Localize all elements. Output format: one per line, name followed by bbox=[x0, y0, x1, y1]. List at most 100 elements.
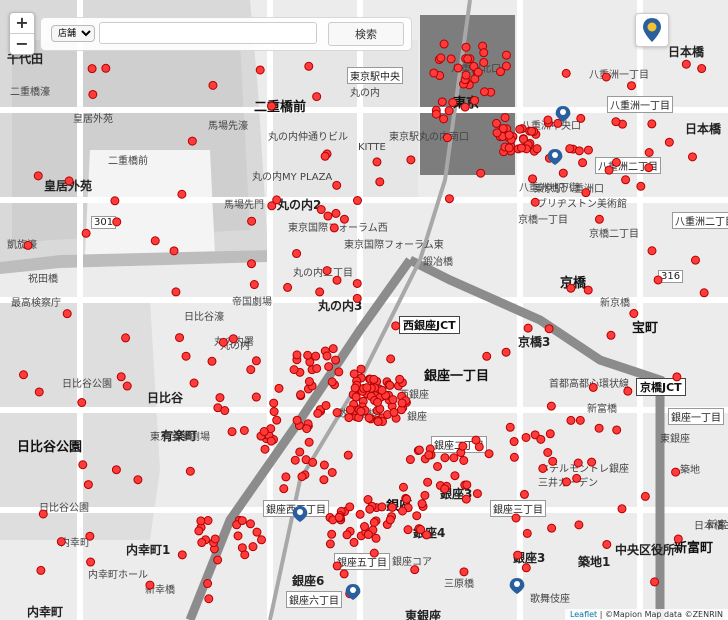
store-marker[interactable] bbox=[78, 460, 88, 470]
store-marker[interactable] bbox=[576, 113, 586, 123]
store-marker[interactable] bbox=[699, 288, 709, 298]
store-marker[interactable] bbox=[604, 165, 614, 175]
store-marker[interactable] bbox=[352, 293, 362, 303]
store-marker[interactable] bbox=[237, 516, 247, 526]
store-marker[interactable] bbox=[269, 398, 279, 408]
store-marker[interactable] bbox=[444, 106, 454, 116]
store-marker[interactable] bbox=[327, 529, 337, 539]
store-marker[interactable] bbox=[690, 255, 700, 265]
marker-layer[interactable] bbox=[0, 0, 728, 620]
store-marker[interactable] bbox=[578, 158, 588, 168]
map-view[interactable]: 千代田 二重橋濠 皇居外苑 二重橋前 二重橋前 馬場先濠 皇居外苑 凱旋濠 祝田橋 最高検察庁 丸の… bbox=[0, 0, 728, 620]
store-marker[interactable] bbox=[304, 437, 314, 447]
store-marker[interactable] bbox=[611, 157, 621, 167]
store-marker[interactable] bbox=[389, 407, 399, 417]
store-marker[interactable] bbox=[322, 351, 332, 361]
store-marker[interactable] bbox=[431, 109, 441, 119]
store-marker[interactable] bbox=[572, 473, 582, 483]
store-marker[interactable] bbox=[410, 565, 420, 575]
store-marker[interactable] bbox=[252, 527, 262, 537]
store-marker[interactable] bbox=[450, 471, 460, 481]
store-marker[interactable] bbox=[629, 308, 639, 318]
store-marker[interactable] bbox=[543, 115, 553, 125]
store-marker[interactable] bbox=[116, 372, 126, 382]
store-marker[interactable] bbox=[583, 145, 593, 155]
store-marker[interactable] bbox=[145, 580, 155, 590]
store-marker[interactable] bbox=[62, 309, 72, 319]
store-marker[interactable] bbox=[81, 228, 91, 238]
store-marker[interactable] bbox=[175, 333, 185, 343]
store-marker[interactable] bbox=[248, 542, 258, 552]
store-marker[interactable] bbox=[397, 506, 407, 516]
store-marker[interactable] bbox=[412, 511, 422, 521]
store-marker[interactable] bbox=[87, 64, 97, 74]
store-marker[interactable] bbox=[272, 415, 282, 425]
store-marker[interactable] bbox=[414, 445, 424, 455]
store-marker[interactable] bbox=[56, 537, 66, 547]
store-marker[interactable] bbox=[246, 365, 256, 375]
store-marker[interactable] bbox=[363, 530, 373, 540]
store-marker[interactable] bbox=[228, 334, 238, 344]
store-marker[interactable] bbox=[511, 513, 521, 523]
zoom-out-button[interactable]: − bbox=[10, 33, 34, 54]
store-marker[interactable] bbox=[448, 98, 458, 108]
store-marker[interactable] bbox=[606, 330, 616, 340]
store-marker[interactable] bbox=[519, 489, 529, 499]
store-marker[interactable] bbox=[388, 395, 398, 405]
store-marker[interactable] bbox=[528, 174, 538, 184]
store-marker[interactable] bbox=[33, 171, 43, 181]
store-marker[interactable] bbox=[612, 425, 622, 435]
store-marker[interactable] bbox=[621, 175, 631, 185]
store-marker[interactable] bbox=[85, 531, 95, 541]
store-marker[interactable] bbox=[272, 195, 282, 205]
store-marker[interactable] bbox=[647, 246, 657, 256]
store-marker[interactable] bbox=[574, 520, 584, 530]
store-marker[interactable] bbox=[398, 482, 408, 492]
store-marker[interactable] bbox=[315, 287, 325, 297]
store-marker[interactable] bbox=[377, 502, 387, 512]
store-marker[interactable] bbox=[122, 381, 132, 391]
store-marker[interactable] bbox=[247, 259, 257, 269]
store-marker[interactable] bbox=[546, 401, 556, 411]
store-marker[interactable] bbox=[530, 197, 540, 207]
store-marker[interactable] bbox=[320, 151, 330, 161]
store-marker[interactable] bbox=[495, 67, 505, 77]
store-marker[interactable] bbox=[583, 285, 593, 295]
store-marker[interactable] bbox=[545, 429, 555, 439]
store-marker[interactable] bbox=[169, 246, 179, 256]
store-marker[interactable] bbox=[436, 53, 446, 63]
store-marker[interactable] bbox=[433, 461, 443, 471]
store-marker[interactable] bbox=[302, 424, 312, 434]
location-button[interactable] bbox=[635, 13, 669, 47]
shop-pin-icon[interactable] bbox=[292, 506, 308, 522]
store-marker[interactable] bbox=[210, 534, 220, 544]
store-marker[interactable] bbox=[259, 427, 269, 437]
store-marker[interactable] bbox=[77, 398, 87, 408]
store-marker[interactable] bbox=[587, 457, 597, 467]
store-marker[interactable] bbox=[573, 458, 583, 468]
store-marker[interactable] bbox=[292, 249, 302, 259]
store-marker[interactable] bbox=[566, 415, 576, 425]
store-marker[interactable] bbox=[283, 282, 293, 292]
store-marker[interactable] bbox=[372, 157, 382, 167]
store-marker[interactable] bbox=[220, 406, 230, 416]
store-marker[interactable] bbox=[364, 413, 374, 423]
store-marker[interactable] bbox=[177, 550, 187, 560]
store-marker[interactable] bbox=[352, 196, 362, 206]
store-marker[interactable] bbox=[442, 133, 452, 143]
store-marker[interactable] bbox=[463, 54, 473, 64]
store-marker[interactable] bbox=[373, 397, 383, 407]
store-marker[interactable] bbox=[101, 63, 111, 73]
store-marker[interactable] bbox=[290, 455, 300, 465]
store-marker[interactable] bbox=[385, 380, 395, 390]
store-marker[interactable] bbox=[319, 475, 329, 485]
store-marker[interactable] bbox=[327, 467, 337, 477]
store-marker[interactable] bbox=[189, 378, 199, 388]
store-marker[interactable] bbox=[86, 557, 96, 567]
store-marker[interactable] bbox=[492, 128, 502, 138]
category-select[interactable]: 店舗 bbox=[51, 25, 95, 42]
store-marker[interactable] bbox=[332, 180, 342, 190]
store-marker[interactable] bbox=[650, 577, 660, 587]
store-marker[interactable] bbox=[34, 387, 44, 397]
store-marker[interactable] bbox=[461, 70, 471, 80]
